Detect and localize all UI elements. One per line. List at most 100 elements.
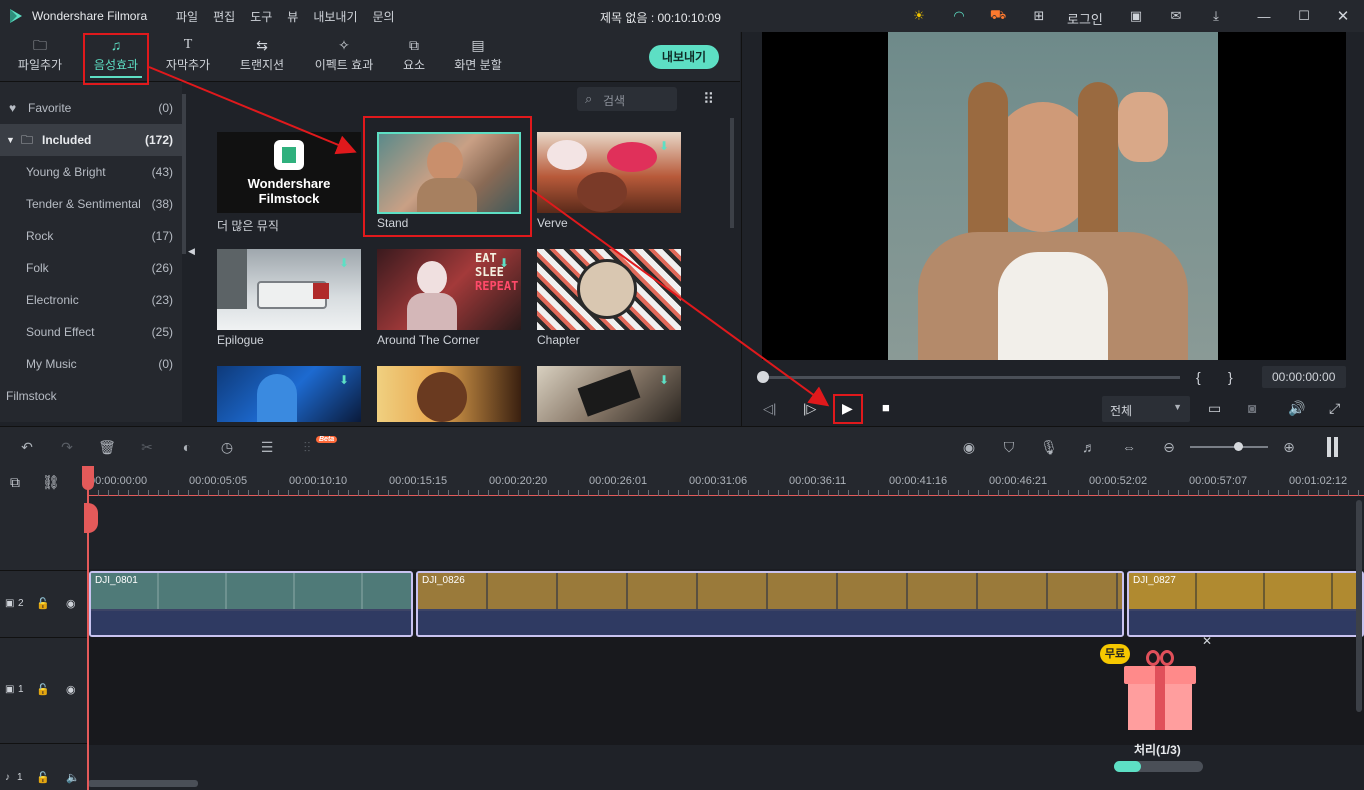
speed-icon[interactable]: ◷: [218, 438, 236, 456]
tab-effects[interactable]: ✧ 이펙트 효과: [307, 36, 381, 78]
mark-in-button[interactable]: {: [1196, 369, 1201, 385]
chapter-card[interactable]: [537, 249, 681, 330]
gift-icon[interactable]: ⊞: [1030, 7, 1048, 25]
download-icon[interactable]: ⬇: [499, 256, 511, 270]
sidebar-item-young-bright[interactable]: Young & Bright (43): [0, 156, 182, 188]
mixer-icon[interactable]: ♬: [1080, 438, 1098, 456]
filmstock-card[interactable]: Wondershare Filmstock: [217, 132, 361, 213]
cart-icon[interactable]: ⛟: [989, 7, 1007, 25]
redo-icon[interactable]: ↷: [58, 438, 76, 456]
promo-close-icon[interactable]: ✕: [1202, 634, 1212, 648]
download-icon[interactable]: ⬇: [339, 373, 351, 387]
sidebar-scroll-thumb[interactable]: [182, 94, 186, 254]
minimize-icon[interactable]: —: [1255, 7, 1273, 25]
video-clip[interactable]: DJI_0801: [89, 571, 413, 637]
menu-file[interactable]: 파일: [176, 8, 198, 25]
sidebar-item-my-music[interactable]: My Music (0): [0, 348, 182, 380]
verve-card[interactable]: ⬇: [537, 132, 681, 213]
sidebar-item-rock[interactable]: Rock (17): [0, 220, 182, 252]
undo-icon[interactable]: ↶: [18, 438, 36, 456]
epilogue-card[interactable]: ⬇: [217, 249, 361, 330]
download-icon[interactable]: ⬇: [659, 373, 671, 387]
audio-wave-icon[interactable]: ⫶⫶: [298, 438, 316, 456]
download-icon[interactable]: ⬇: [339, 256, 351, 270]
lock-icon[interactable]: 🔓: [36, 683, 50, 696]
lock-icon[interactable]: 🔓: [36, 597, 50, 610]
grid-view-icon[interactable]: ⠿: [703, 90, 714, 108]
tab-elements[interactable]: ⧉ 요소: [395, 36, 433, 78]
library-scrollbar[interactable]: [730, 118, 734, 228]
close-icon[interactable]: ✕: [1334, 7, 1352, 25]
zoom-out-icon[interactable]: ⊖: [1160, 438, 1178, 456]
color-palette-icon[interactable]: ◐: [178, 438, 196, 456]
around-the-corner-card[interactable]: EAT SLEE REPEAT ⬇: [377, 249, 521, 330]
timeline-vertical-scroll[interactable]: [1356, 500, 1362, 712]
step-forward-icon[interactable]: |▷: [803, 401, 816, 417]
sidebar-scrollbar[interactable]: ◀: [182, 82, 200, 422]
adjust-icon[interactable]: ☰: [258, 438, 276, 456]
sidebar-item-folk[interactable]: Folk (26): [0, 252, 182, 284]
mark-out-button[interactable]: }: [1228, 369, 1233, 385]
snapshot-icon[interactable]: ◙: [1248, 400, 1256, 416]
playhead-handle[interactable]: [82, 466, 94, 490]
download-icon[interactable]: ⤓: [1207, 7, 1225, 25]
eye-icon[interactable]: ◉: [66, 597, 76, 610]
link-icon[interactable]: ⛓: [42, 474, 60, 491]
tab-import[interactable]: 🗀 파일추가: [8, 36, 72, 78]
video-clip[interactable]: DJI_0827: [1127, 571, 1364, 637]
sidebar-item-filmstock[interactable]: Filmstock: [0, 380, 182, 412]
playhead-marker[interactable]: [84, 503, 98, 533]
menu-tools[interactable]: 도구: [250, 8, 272, 25]
collapse-arrow-icon[interactable]: ◀: [188, 246, 195, 257]
speaker-icon[interactable]: 🔈: [66, 771, 80, 784]
quality-select[interactable]: 전체 ▼: [1102, 396, 1190, 422]
menu-edit[interactable]: 편집: [213, 8, 235, 25]
preview-scrubber[interactable]: [757, 371, 769, 383]
fullscreen-icon[interactable]: ⤢: [1329, 400, 1340, 417]
stop-icon[interactable]: ■: [882, 400, 890, 415]
search-box[interactable]: ⌕ 검색: [577, 87, 677, 111]
mail-icon[interactable]: ✉: [1167, 7, 1185, 25]
timeline-horizontal-scroll[interactable]: [88, 780, 198, 787]
delete-icon[interactable]: 🗑: [98, 438, 116, 456]
render-icon[interactable]: ◉: [960, 438, 978, 456]
tab-titles[interactable]: T 자막추가: [158, 36, 218, 78]
menu-help[interactable]: 문의: [373, 8, 395, 25]
headset-icon[interactable]: ◠: [950, 7, 968, 25]
lightbulb-icon[interactable]: ☀: [910, 7, 928, 25]
download-icon[interactable]: ⬇: [659, 139, 671, 153]
music-card-blue[interactable]: ⬇: [217, 366, 361, 422]
music-card-warm[interactable]: [377, 366, 521, 422]
scissors-icon[interactable]: ✂: [138, 438, 156, 456]
step-back-icon[interactable]: ◁|: [763, 401, 776, 417]
lock-icon[interactable]: 🔓: [36, 771, 50, 784]
display-icon[interactable]: ▭: [1208, 400, 1221, 417]
eye-icon[interactable]: ◉: [66, 683, 76, 696]
zoom-slider-thumb[interactable]: [1234, 442, 1243, 451]
music-card-phone[interactable]: ⬇: [537, 366, 681, 422]
export-button[interactable]: 내보내기: [649, 45, 719, 69]
timeline-ruler[interactable]: 00:00:00:00 00:00:05:05 00:00:10:10 00:0…: [88, 466, 1364, 496]
tab-split-screen[interactable]: ▤ 화면 분할: [448, 36, 508, 78]
tab-transitions[interactable]: ⇆ 트랜지션: [232, 36, 292, 78]
gift-box-icon[interactable]: [1124, 650, 1196, 732]
login-link[interactable]: 로그인: [1067, 9, 1103, 28]
marker-icon[interactable]: ⛉: [1000, 438, 1018, 456]
save-icon[interactable]: ▣: [1127, 7, 1145, 25]
zoom-in-icon[interactable]: ⊕: [1280, 438, 1298, 456]
sidebar-item-tender[interactable]: Tender & Sentimental (38): [0, 188, 182, 220]
search-input[interactable]: 검색: [603, 92, 625, 109]
sidebar-item-sound-effect[interactable]: Sound Effect (25): [0, 316, 182, 348]
volume-icon[interactable]: 🔊: [1288, 400, 1305, 417]
add-track-icon[interactable]: ⧉: [10, 474, 20, 491]
zoom-slider-track[interactable]: [1190, 446, 1268, 448]
sidebar-item-included[interactable]: ▼ 🗀 Included (172): [0, 124, 182, 156]
menu-export[interactable]: 내보내기: [313, 8, 357, 25]
microphone-icon[interactable]: 🎙: [1040, 438, 1058, 456]
menu-view[interactable]: 뷰: [287, 8, 298, 25]
sidebar-item-electronic[interactable]: Electronic (23): [0, 284, 182, 316]
sidebar-item-favorite[interactable]: ♥ Favorite (0): [0, 92, 182, 124]
maximize-icon[interactable]: ☐: [1295, 7, 1313, 25]
video-clip[interactable]: DJI_0826: [416, 571, 1124, 637]
preview-progress-track[interactable]: [762, 376, 1180, 379]
